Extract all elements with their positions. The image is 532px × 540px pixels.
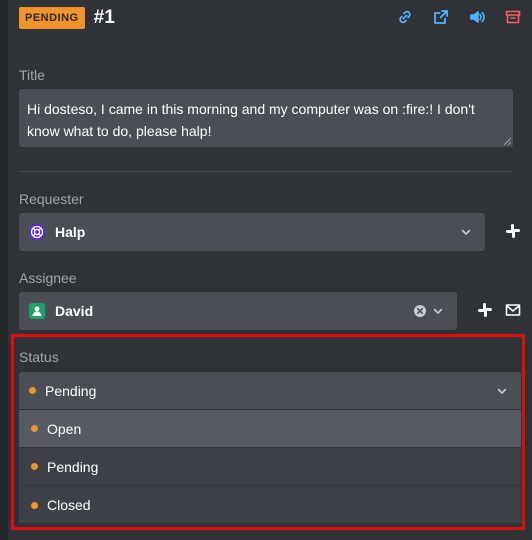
left-rail — [0, 0, 8, 540]
slack-icon[interactable] — [504, 222, 522, 240]
title-text: Hi dosteso, I came in this morning and m… — [27, 101, 475, 139]
ticket-id: #1 — [93, 7, 115, 28]
speaker-icon[interactable] — [466, 6, 488, 28]
link-icon[interactable] — [394, 6, 416, 28]
status-badge: PENDING — [19, 7, 85, 29]
external-link-icon[interactable] — [430, 6, 452, 28]
resize-grip-icon[interactable] — [503, 137, 511, 145]
requester-select[interactable]: Halp — [19, 213, 485, 251]
halp-logo-icon — [29, 224, 45, 240]
requester-label: Requester — [19, 191, 84, 207]
clear-icon[interactable] — [413, 304, 427, 318]
header-actions — [394, 6, 524, 28]
assignee-label: Assignee — [19, 270, 77, 286]
title-label: Title — [19, 67, 45, 83]
user-avatar-icon — [29, 303, 45, 319]
requester-value: Halp — [55, 224, 86, 240]
chevron-down-icon — [461, 229, 471, 236]
assignee-value: David — [55, 303, 94, 319]
ticket-header: PENDING #1 — [19, 6, 115, 30]
section-divider — [19, 171, 513, 172]
title-textarea[interactable]: Hi dosteso, I came in this morning and m… — [19, 89, 513, 147]
highlight-box — [11, 334, 525, 530]
assignee-select[interactable]: David — [19, 292, 457, 330]
slack-icon[interactable] — [476, 301, 494, 319]
archive-icon[interactable] — [502, 6, 524, 28]
mail-icon[interactable] — [504, 301, 522, 319]
chevron-down-icon — [433, 308, 443, 315]
